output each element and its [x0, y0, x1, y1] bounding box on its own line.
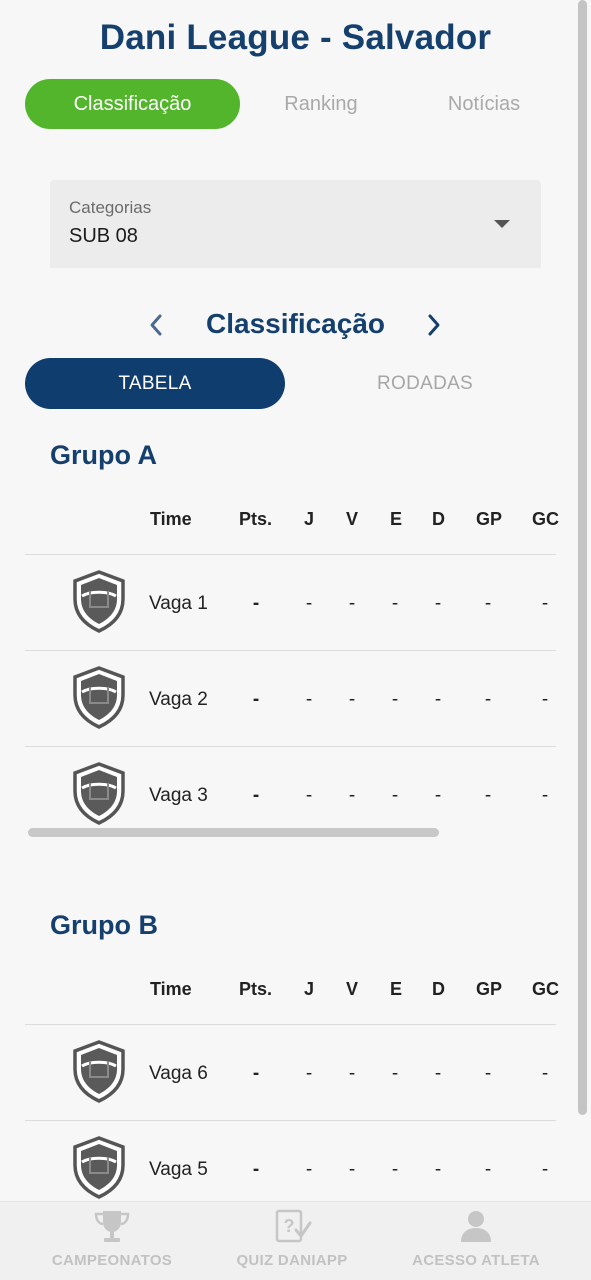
top-tabs: Classificação Ranking Notícias — [25, 79, 555, 129]
header-d: D — [432, 979, 445, 999]
sub-tabs: TABELA RODADAS — [25, 358, 555, 409]
trophy-icon — [94, 1211, 130, 1242]
header-gc: GC — [532, 979, 559, 999]
section-title: Classificação — [206, 308, 385, 339]
team-shield-icon — [73, 570, 125, 633]
team-name: Vaga 2 — [149, 689, 208, 710]
cell-v: - — [348, 689, 356, 710]
cell-v: - — [348, 1063, 356, 1084]
team-shield-icon — [73, 666, 125, 729]
category-select-label: Categorias — [69, 198, 152, 217]
cell-j: - — [305, 1063, 313, 1084]
category-select[interactable]: Categorias SUB 08 — [50, 180, 541, 268]
team-name: Vaga 6 — [149, 1063, 208, 1084]
cell-e: - — [391, 1063, 399, 1084]
team-name: Vaga 3 — [149, 785, 208, 806]
nav-campeonatos[interactable]: CAMPEONATOS — [30, 1202, 194, 1280]
header-j: J — [304, 979, 315, 999]
cell-pts: - — [252, 785, 260, 806]
cell-gc: - — [541, 1063, 549, 1084]
table-row[interactable]: Vaga 6 - - - - - - - — [25, 1024, 556, 1120]
team-name: Vaga 5 — [149, 1159, 208, 1180]
bottom-nav: CAMPEONATOS ? QUIZ DANIAPP ACESSO ATLETA — [0, 1201, 591, 1280]
cell-j: - — [305, 689, 313, 710]
header-e: E — [390, 979, 403, 999]
cell-gp: - — [484, 689, 492, 710]
cell-gp: - — [484, 593, 492, 614]
table-row[interactable]: Vaga 1 - - - - - - - — [25, 554, 556, 650]
header-v: V — [346, 509, 359, 529]
table-header: Time Pts. J V E D GP GC — [25, 458, 559, 554]
tab-rodadas[interactable]: RODADAS — [295, 358, 555, 409]
header-gc: GC — [532, 509, 559, 529]
standings-table: Time Pts. J V E D GP GC Vaga 1 - - - - -… — [25, 458, 559, 842]
cell-d: - — [434, 1159, 442, 1180]
vertical-scrollbar[interactable] — [578, 0, 587, 1115]
cell-v: - — [348, 785, 356, 806]
cell-gp: - — [484, 1159, 492, 1180]
cell-gc: - — [541, 1159, 549, 1180]
cell-gp: - — [484, 1063, 492, 1084]
cell-pts: - — [252, 593, 260, 614]
cell-pts: - — [252, 1063, 260, 1084]
category-select-value: SUB 08 — [69, 225, 138, 247]
standings-table: Time Pts. J V E D GP GC Vaga 6 - - - - -… — [25, 928, 559, 1216]
cell-pts: - — [252, 1159, 260, 1180]
caret-down-icon — [494, 220, 510, 228]
cell-gp: - — [484, 785, 492, 806]
nav-acesso-atleta[interactable]: ACESSO ATLETA — [398, 1202, 554, 1280]
header-pts: Pts. — [239, 509, 273, 529]
cell-e: - — [391, 689, 399, 710]
cell-e: - — [391, 593, 399, 614]
table-row[interactable]: Vaga 2 - - - - - - - — [25, 650, 556, 746]
nav-campeonatos-label: CAMPEONATOS — [51, 1252, 173, 1269]
header-v: V — [346, 979, 359, 999]
header-time: Time — [150, 979, 192, 999]
chevron-right-icon[interactable] — [423, 312, 445, 338]
cell-j: - — [305, 785, 313, 806]
table-header: Time Pts. J V E D GP GC — [25, 928, 559, 1024]
team-shield-icon — [73, 1040, 125, 1103]
user-icon — [461, 1211, 491, 1242]
team-shield-icon — [73, 1136, 125, 1199]
cell-d: - — [434, 1063, 442, 1084]
header-e: E — [390, 509, 403, 529]
nav-acesso-atleta-label: ACESSO ATLETA — [412, 1252, 540, 1269]
team-name: Vaga 1 — [149, 593, 208, 614]
cell-d: - — [434, 593, 442, 614]
section-nav: Classificação — [0, 300, 591, 350]
header-j: J — [304, 509, 315, 529]
cell-v: - — [348, 593, 356, 614]
nav-quiz-label: QUIZ DANIAPP — [236, 1252, 348, 1269]
cell-gc: - — [541, 689, 549, 710]
cell-gc: - — [541, 593, 549, 614]
header-d: D — [432, 509, 445, 529]
cell-j: - — [305, 593, 313, 614]
header-time: Time — [150, 509, 192, 529]
cell-gc: - — [541, 785, 549, 806]
svg-text:?: ? — [284, 1216, 295, 1236]
nav-quiz[interactable]: ? QUIZ DANIAPP — [222, 1202, 362, 1280]
tab-ranking[interactable]: Ranking — [247, 79, 395, 129]
page-title: Dani League - Salvador — [99, 18, 492, 57]
cell-d: - — [434, 689, 442, 710]
quiz-icon: ? — [275, 1209, 312, 1243]
horizontal-scrollbar[interactable] — [28, 828, 439, 837]
header-pts: Pts. — [239, 979, 273, 999]
cell-e: - — [391, 785, 399, 806]
tab-tabela[interactable]: TABELA — [25, 358, 285, 409]
tab-noticias[interactable]: Notícias — [410, 79, 558, 129]
cell-v: - — [348, 1159, 356, 1180]
team-shield-icon — [73, 762, 125, 825]
cell-j: - — [305, 1159, 313, 1180]
header-gp: GP — [476, 979, 503, 999]
cell-pts: - — [252, 689, 260, 710]
cell-d: - — [434, 785, 442, 806]
cell-e: - — [391, 1159, 399, 1180]
tab-classificacao[interactable]: Classificação — [25, 79, 240, 129]
header-gp: GP — [476, 509, 503, 529]
